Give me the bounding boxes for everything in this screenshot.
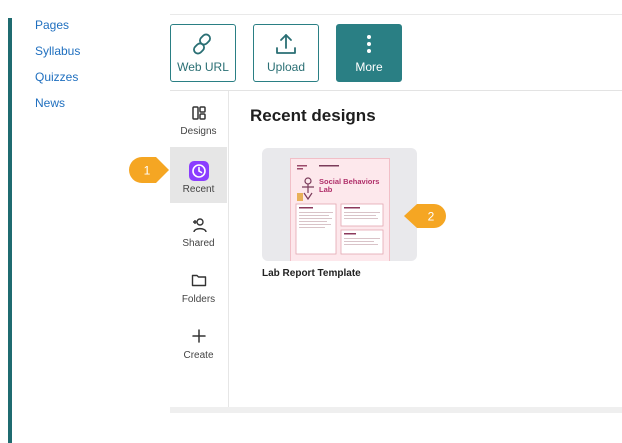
callout-badge-2: 2 bbox=[404, 204, 446, 228]
upload-button[interactable]: Upload bbox=[253, 24, 319, 82]
sidebar-item-label: Create bbox=[183, 350, 214, 361]
course-nav-pages[interactable]: Pages bbox=[35, 12, 80, 38]
course-nav-news[interactable]: News bbox=[35, 90, 80, 116]
link-icon bbox=[193, 33, 211, 55]
folder-icon bbox=[191, 274, 206, 287]
sidebar-item-label: Designs bbox=[180, 126, 217, 137]
course-nav-syllabus[interactable]: Syllabus bbox=[35, 38, 80, 64]
design-name[interactable]: Lab Report Template bbox=[262, 268, 361, 279]
sidebar-item-create[interactable]: Create bbox=[170, 315, 227, 371]
svg-text:Lab: Lab bbox=[319, 185, 333, 194]
clock-icon bbox=[188, 161, 209, 181]
lab-report-preview-graphic: Social Behaviors Lab bbox=[295, 165, 384, 255]
plus-icon bbox=[191, 329, 206, 343]
svg-text:2: 2 bbox=[428, 210, 435, 224]
sidebar-item-designs[interactable]: Designs bbox=[170, 91, 227, 147]
svg-text:1: 1 bbox=[144, 164, 151, 178]
upload-icon bbox=[276, 34, 296, 54]
web-url-button[interactable]: Web URL bbox=[170, 24, 236, 82]
sidebar-item-folders[interactable]: Folders bbox=[170, 259, 227, 315]
sidebar-item-label: Recent bbox=[182, 184, 215, 195]
more-label: More bbox=[355, 60, 383, 74]
section-title: Recent designs bbox=[250, 106, 376, 125]
sidebar-item-recent[interactable]: Recent bbox=[170, 147, 227, 203]
divider bbox=[170, 14, 622, 15]
sidebar-item-label: Folders bbox=[181, 294, 216, 305]
panel-sidebar: Designs Recent Shared Folders Create bbox=[170, 91, 229, 407]
design-picker-panel: Designs Recent Shared Folders Create Rec… bbox=[170, 90, 622, 415]
sidebar-item-label: Shared bbox=[182, 238, 215, 249]
upload-label: Upload bbox=[266, 60, 306, 74]
callout-badge-1: 1 bbox=[129, 157, 169, 183]
design-preview: Social Behaviors Lab bbox=[290, 158, 390, 261]
more-vertical-icon bbox=[367, 35, 371, 53]
course-nav: Pages Syllabus Quizzes News bbox=[35, 12, 80, 116]
design-thumbnail[interactable]: Social Behaviors Lab bbox=[262, 148, 417, 261]
panel-bottom-border bbox=[170, 407, 622, 413]
web-url-label: Web URL bbox=[177, 60, 229, 74]
course-nav-quizzes[interactable]: Quizzes bbox=[35, 64, 80, 90]
course-nav-accent-bar bbox=[8, 18, 12, 443]
sidebar-item-shared[interactable]: Shared bbox=[170, 203, 227, 259]
designs-icon bbox=[191, 106, 206, 120]
divider bbox=[170, 90, 622, 91]
shared-icon bbox=[192, 218, 207, 233]
more-button[interactable]: More bbox=[336, 24, 402, 82]
